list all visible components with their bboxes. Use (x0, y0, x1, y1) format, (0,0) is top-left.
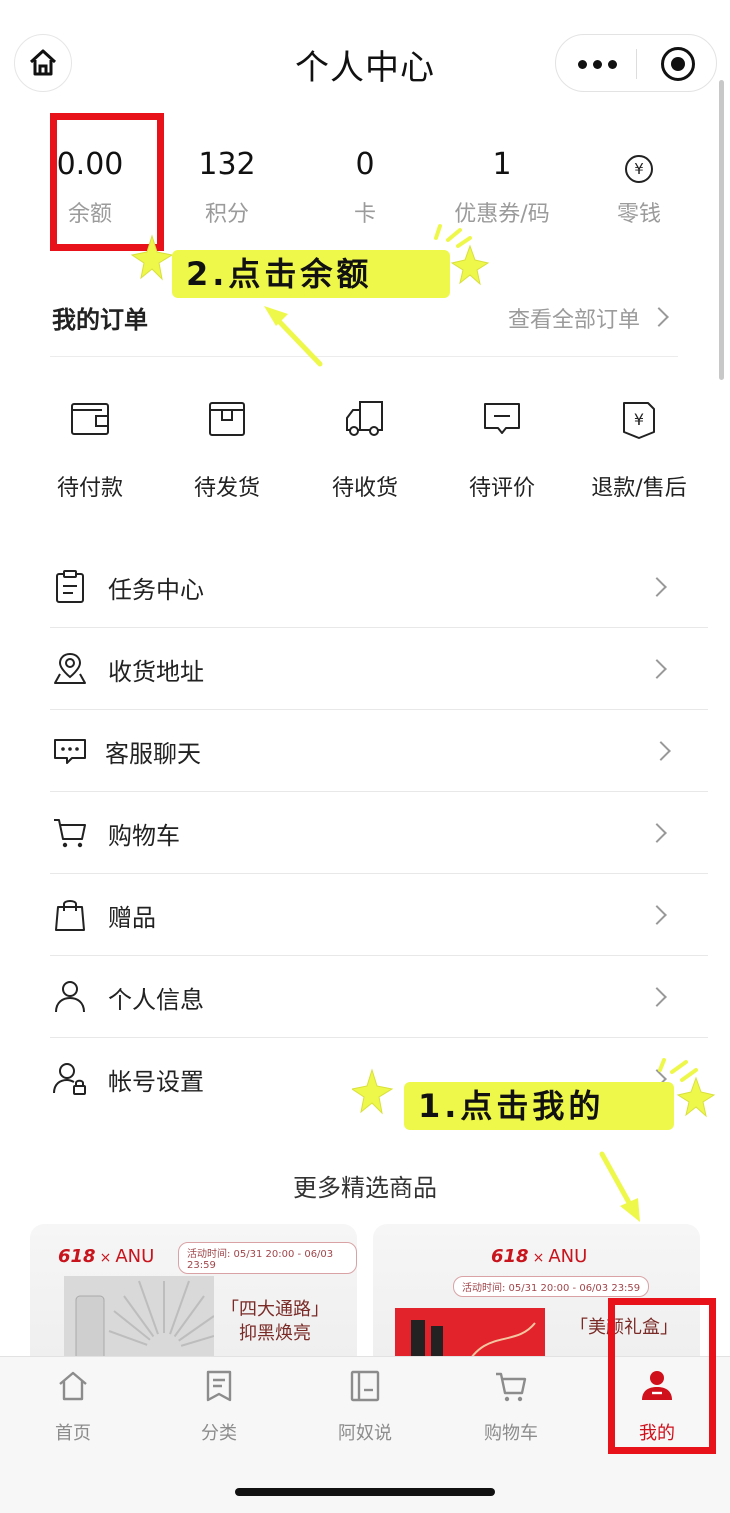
menu-item-task-center[interactable]: 任务中心 (50, 546, 708, 628)
more-options-button[interactable] (578, 60, 617, 69)
annotation-step1-label: 1.点击我的 (404, 1082, 674, 1130)
yen-icon: ¥ (625, 155, 653, 183)
refund-icon: ¥ (623, 402, 655, 439)
wallet-icon (71, 403, 109, 435)
view-all-orders-link[interactable]: 查看全部订单 (508, 302, 640, 334)
chevron-right-icon (647, 987, 667, 1007)
menu-label: 购物车 (108, 822, 180, 850)
box-icon (209, 402, 245, 436)
menu-item-address[interactable]: 收货地址 (50, 628, 708, 710)
order-pending-review[interactable]: 待评价 (432, 398, 572, 502)
home-indicator (235, 1488, 495, 1496)
order-pending-receipt[interactable]: 待收货 (295, 398, 435, 502)
order-label: 待收货 (331, 476, 398, 501)
menu-item-gifts[interactable]: 赠品 (50, 874, 708, 956)
chevron-right-icon (649, 307, 669, 327)
promo-time-badge: 活动时间: 05/31 20:00 - 06/03 23:59 (178, 1242, 357, 1274)
chevron-right-icon (647, 577, 667, 597)
order-label: 待发货 (193, 476, 260, 501)
order-pending-shipment[interactable]: 待发货 (157, 398, 297, 502)
tab-home[interactable]: 首页 (18, 1369, 128, 1445)
menu-item-personal-info[interactable]: 个人信息 (50, 956, 708, 1038)
location-icon (54, 652, 86, 684)
scrollbar[interactable] (719, 80, 724, 380)
order-label: 待评价 (468, 476, 535, 501)
annotation-highlight-mine-tab (608, 1298, 716, 1454)
chat-icon (54, 739, 86, 764)
order-label: 退款/售后 (591, 476, 687, 501)
stat-coupons[interactable]: 1 优惠券/码 (432, 146, 572, 228)
user-settings-icon (53, 1063, 86, 1095)
tab-label: 分类 (201, 1423, 237, 1444)
clipboard-icon (56, 570, 84, 603)
tab-label: 购物车 (484, 1423, 538, 1444)
stat-label: 零钱 (616, 202, 661, 227)
stat-value: 1 (492, 147, 512, 182)
comment-icon (484, 403, 520, 434)
menu-label: 任务中心 (108, 576, 204, 604)
menu-label: 个人信息 (108, 986, 204, 1014)
chevron-right-icon (647, 905, 667, 925)
brand-logo: 618 × ANU (491, 1246, 588, 1267)
tab-anu-says[interactable]: 阿奴说 (310, 1369, 420, 1445)
stat-value: 132 (198, 147, 256, 182)
order-pending-payment[interactable]: 待付款 (20, 398, 160, 502)
tab-cart[interactable]: 购物车 (456, 1369, 566, 1445)
brand-logo: 618 × ANU (58, 1246, 155, 1267)
chevron-right-icon (647, 823, 667, 843)
tab-category[interactable]: 分类 (164, 1369, 274, 1445)
promo-title: 「四大通路」 抑黑焕亮 (221, 1299, 329, 1344)
close-miniprogram-button[interactable] (661, 47, 695, 81)
menu-label: 客服聊天 (105, 740, 201, 768)
stat-change[interactable]: ¥ 零钱 (569, 146, 709, 228)
notebook-icon (350, 1370, 380, 1402)
chevron-right-icon (647, 659, 667, 679)
order-label: 待付款 (56, 476, 123, 501)
tab-label: 阿奴说 (338, 1423, 392, 1444)
chevron-right-icon (651, 741, 671, 761)
tab-label: 首页 (55, 1423, 91, 1444)
menu-item-cart[interactable]: 购物车 (50, 792, 708, 874)
annotation-step2-label: 2.点击余额 (172, 250, 450, 298)
stat-value: 0 (355, 147, 375, 182)
menu-item-customer-service[interactable]: 客服聊天 (50, 710, 708, 792)
cart-icon (496, 1372, 527, 1402)
miniprogram-capsule (555, 34, 717, 92)
cart-icon (54, 819, 86, 848)
user-icon (55, 981, 85, 1013)
stat-points[interactable]: 132 积分 (157, 146, 297, 228)
product-card[interactable]: 618 × ANU 活动时间: 05/31 20:00 - 06/03 23:59 … (30, 1224, 357, 1374)
truck-icon (346, 401, 383, 436)
promo-time-badge: 活动时间: 05/31 20:00 - 06/03 23:59 (453, 1276, 650, 1297)
gift-bag-icon (55, 900, 85, 931)
bookmark-icon (206, 1370, 232, 1402)
home-icon (59, 1371, 87, 1401)
order-refund[interactable]: ¥ 退款/售后 (569, 398, 709, 502)
menu-label: 帐号设置 (108, 1068, 204, 1096)
menu-label: 赠品 (108, 904, 156, 932)
svg-text:¥: ¥ (634, 410, 644, 429)
stat-cards[interactable]: 0 卡 (295, 146, 435, 228)
menu-label: 收货地址 (108, 658, 204, 686)
